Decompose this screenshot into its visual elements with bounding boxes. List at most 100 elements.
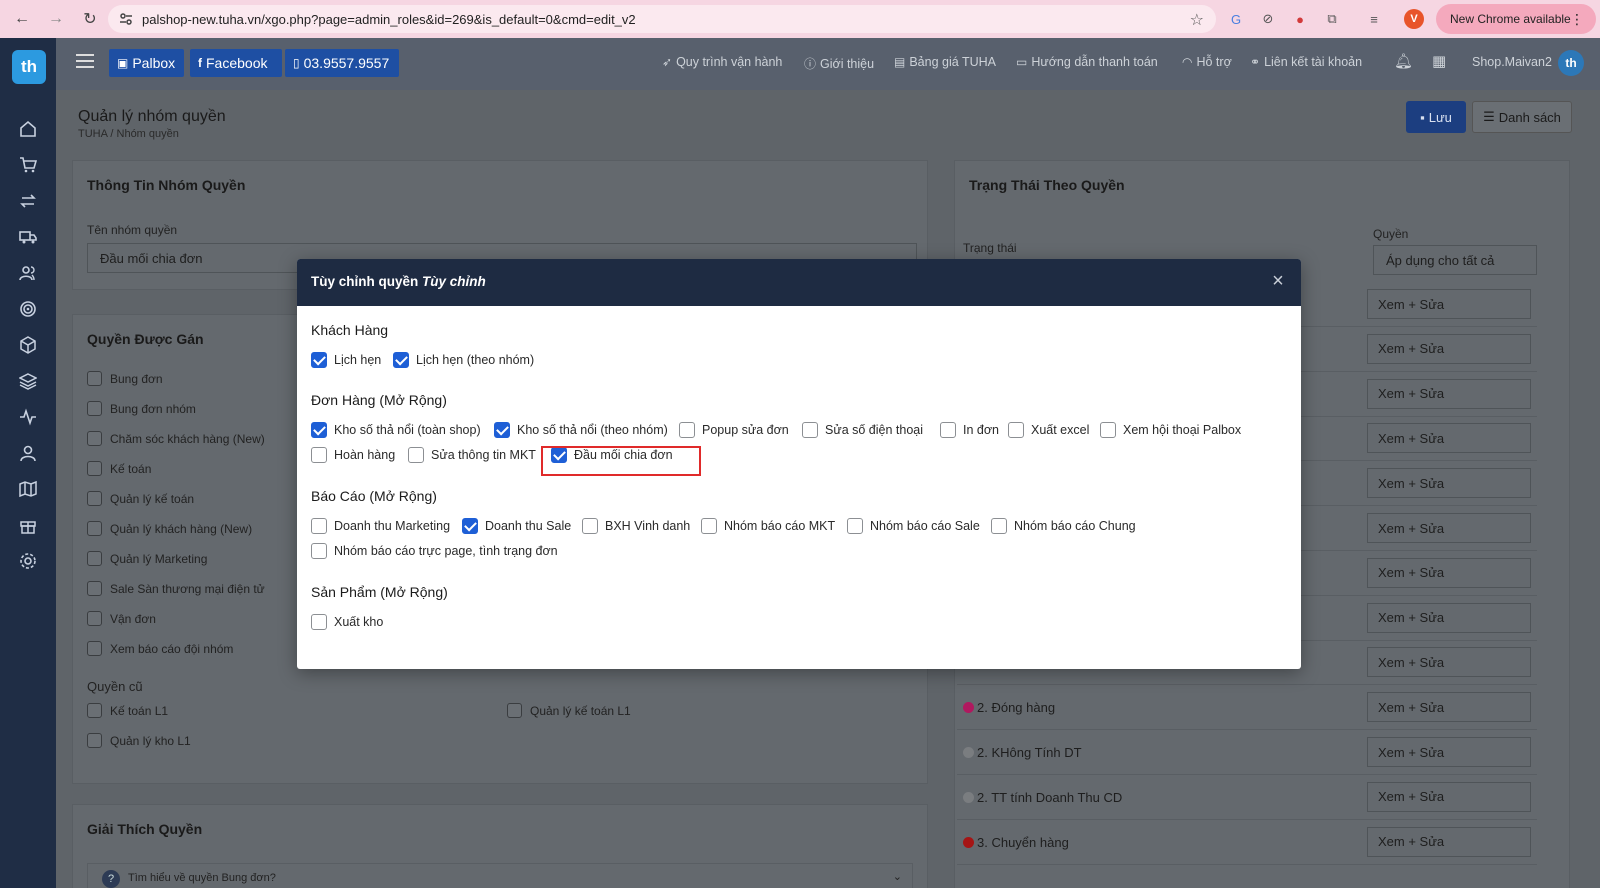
permission-option[interactable]: Nhóm báo cáo Sale <box>847 518 980 534</box>
permission-option[interactable]: Kho số thả nổi (theo nhóm) <box>494 422 668 438</box>
permission-select[interactable]: Xem + Sửa <box>1367 557 1531 588</box>
user-avatar[interactable]: th <box>1558 50 1584 76</box>
home-icon[interactable] <box>17 118 39 140</box>
target-icon[interactable] <box>17 298 39 320</box>
checkbox-unchecked[interactable] <box>940 422 956 438</box>
activity-icon[interactable] <box>17 406 39 428</box>
nav-link-intro[interactable]: ⓘ Giới thiệu <box>804 55 874 72</box>
permission-option[interactable]: Xuất kho <box>311 614 383 630</box>
layers-icon[interactable] <box>17 370 39 392</box>
permission-option[interactable]: Doanh thu Sale <box>462 518 571 534</box>
more-menu-icon[interactable]: ⋮ <box>1570 11 1584 28</box>
permission-select[interactable]: Xem + Sửa <box>1367 737 1531 767</box>
permission-option[interactable]: Nhóm báo cáo trực page, tình trạng đơn <box>311 543 558 559</box>
permission-option[interactable]: Lịch hẹn <box>311 352 381 368</box>
checkbox-unchecked[interactable] <box>701 518 717 534</box>
permission-option[interactable]: Nhóm báo cáo Chung <box>991 518 1136 534</box>
nav-link-pricing[interactable]: ▤ Bảng giá TUHA <box>894 55 996 69</box>
site-settings-icon[interactable] <box>118 11 134 27</box>
permission-option[interactable]: Sửa số điện thoại <box>802 422 923 438</box>
permission-option[interactable]: Xuất excel <box>1008 422 1089 438</box>
checkbox-unchecked[interactable] <box>679 422 695 438</box>
permission-option[interactable]: BXH Vinh danh <box>582 518 690 534</box>
map-icon[interactable] <box>17 478 39 500</box>
chrome-update-button[interactable]: New Chrome available ⋮ <box>1436 4 1596 34</box>
gift-icon[interactable] <box>17 514 39 536</box>
right-checkbox[interactable] <box>87 703 102 718</box>
bookmark-star-icon[interactable]: ☆ <box>1190 10 1204 30</box>
puzzle-icon[interactable]: ⧉ <box>1322 9 1342 29</box>
app-logo[interactable]: th <box>12 50 46 84</box>
right-checkbox[interactable] <box>87 733 102 748</box>
permission-select[interactable]: Xem + Sửa <box>1367 423 1531 454</box>
permission-select[interactable]: Xem + Sửa <box>1367 378 1531 409</box>
checkbox-unchecked[interactable] <box>1100 422 1116 438</box>
permission-select[interactable]: Xem + Sửa <box>1367 647 1531 678</box>
right-checkbox[interactable] <box>87 431 102 446</box>
truck-icon[interactable] <box>17 226 39 248</box>
compass-icon[interactable]: ⊘ <box>1258 9 1278 29</box>
facebook-button[interactable]: f Facebook <box>190 49 282 77</box>
nav-link-link-account[interactable]: ⚭ Liên kết tài khoản <box>1250 55 1362 69</box>
right-checkbox[interactable] <box>87 461 102 476</box>
checkbox-checked[interactable] <box>311 352 327 368</box>
list-button[interactable]: ☰ Danh sách <box>1472 101 1572 133</box>
bell-icon[interactable]: 🔔︎ <box>1394 52 1413 70</box>
reload-icon[interactable]: ↻ <box>78 7 102 31</box>
permission-select[interactable]: Xem + Sửa <box>1367 333 1531 364</box>
checkbox-checked[interactable] <box>311 422 327 438</box>
media-icon[interactable]: ≡ <box>1364 9 1384 29</box>
checkbox-checked[interactable] <box>462 518 478 534</box>
hamburger-menu-icon[interactable] <box>76 54 94 68</box>
checkbox-checked[interactable] <box>393 352 409 368</box>
right-item[interactable]: Bung đơn <box>87 371 163 386</box>
permission-select[interactable]: Xem + Sửa <box>1367 468 1531 499</box>
profile-avatar[interactable]: V <box>1404 9 1424 29</box>
right-item[interactable]: Quản lý khách hàng (New) <box>87 521 252 536</box>
permission-option[interactable]: Nhóm báo cáo MKT <box>701 518 835 534</box>
checkbox-unchecked[interactable] <box>311 543 327 559</box>
right-item[interactable]: Quản lý kế toán <box>87 491 194 506</box>
exchange-icon[interactable] <box>17 190 39 212</box>
permission-option[interactable]: Kho số thả nổi (toàn shop) <box>311 422 481 438</box>
right-checkbox[interactable] <box>87 611 102 626</box>
permission-option[interactable]: Xem hội thoại Palbox <box>1100 422 1241 438</box>
right-checkbox[interactable] <box>87 401 102 416</box>
extension-red-icon[interactable]: ● <box>1290 9 1310 29</box>
right-item[interactable]: Kế toán <box>87 461 151 476</box>
checkbox-unchecked[interactable] <box>1008 422 1024 438</box>
checkbox-unchecked[interactable] <box>311 614 327 630</box>
checkbox-unchecked[interactable] <box>847 518 863 534</box>
right-checkbox[interactable] <box>87 491 102 506</box>
permission-select[interactable]: Xem + Sửa <box>1367 826 1531 857</box>
permission-select[interactable]: Xem + Sửa <box>1367 692 1531 723</box>
permission-option[interactable]: In đơn <box>940 422 999 438</box>
permission-option[interactable]: Hoàn hàng <box>311 447 395 463</box>
address-bar[interactable]: palshop-new.tuha.vn/xgo.php?page=admin_r… <box>108 5 1216 33</box>
gear-icon[interactable] <box>17 550 39 572</box>
right-item[interactable]: Xem báo cáo đội nhóm <box>87 641 233 656</box>
calendar-icon[interactable]: ▦ <box>1432 52 1446 70</box>
right-checkbox[interactable] <box>87 641 102 656</box>
phone-button[interactable]: ▯ 03.9557.9557 <box>285 49 399 77</box>
checkbox-unchecked[interactable] <box>311 518 327 534</box>
translate-icon[interactable]: G <box>1226 9 1246 29</box>
checkbox-unchecked[interactable] <box>408 447 424 463</box>
users-icon[interactable] <box>17 262 39 284</box>
old-right-item[interactable]: Kế toán L1 <box>87 703 168 718</box>
permission-option[interactable]: Sửa thông tin MKT <box>408 447 536 463</box>
user-icon[interactable] <box>17 442 39 464</box>
right-item[interactable]: Quản lý Marketing <box>87 551 207 566</box>
right-checkbox[interactable] <box>87 521 102 536</box>
close-icon[interactable]: × <box>1269 271 1287 291</box>
old-right-item[interactable]: Quản lý kho L1 <box>87 733 191 748</box>
right-item[interactable]: Sale Sàn thương mại điện tử <box>87 581 265 596</box>
permission-select[interactable]: Xem + Sửa <box>1367 513 1531 543</box>
permission-option[interactable]: Popup sửa đơn <box>679 422 789 438</box>
user-name[interactable]: Shop.Maivan2 <box>1472 55 1552 69</box>
chevron-down-icon[interactable]: ⌄ <box>893 870 902 883</box>
checkbox-unchecked[interactable] <box>991 518 1007 534</box>
right-item[interactable]: Chăm sóc khách hàng (New) <box>87 431 265 446</box>
back-icon[interactable]: ← <box>10 7 34 31</box>
right-checkbox[interactable] <box>87 371 102 386</box>
